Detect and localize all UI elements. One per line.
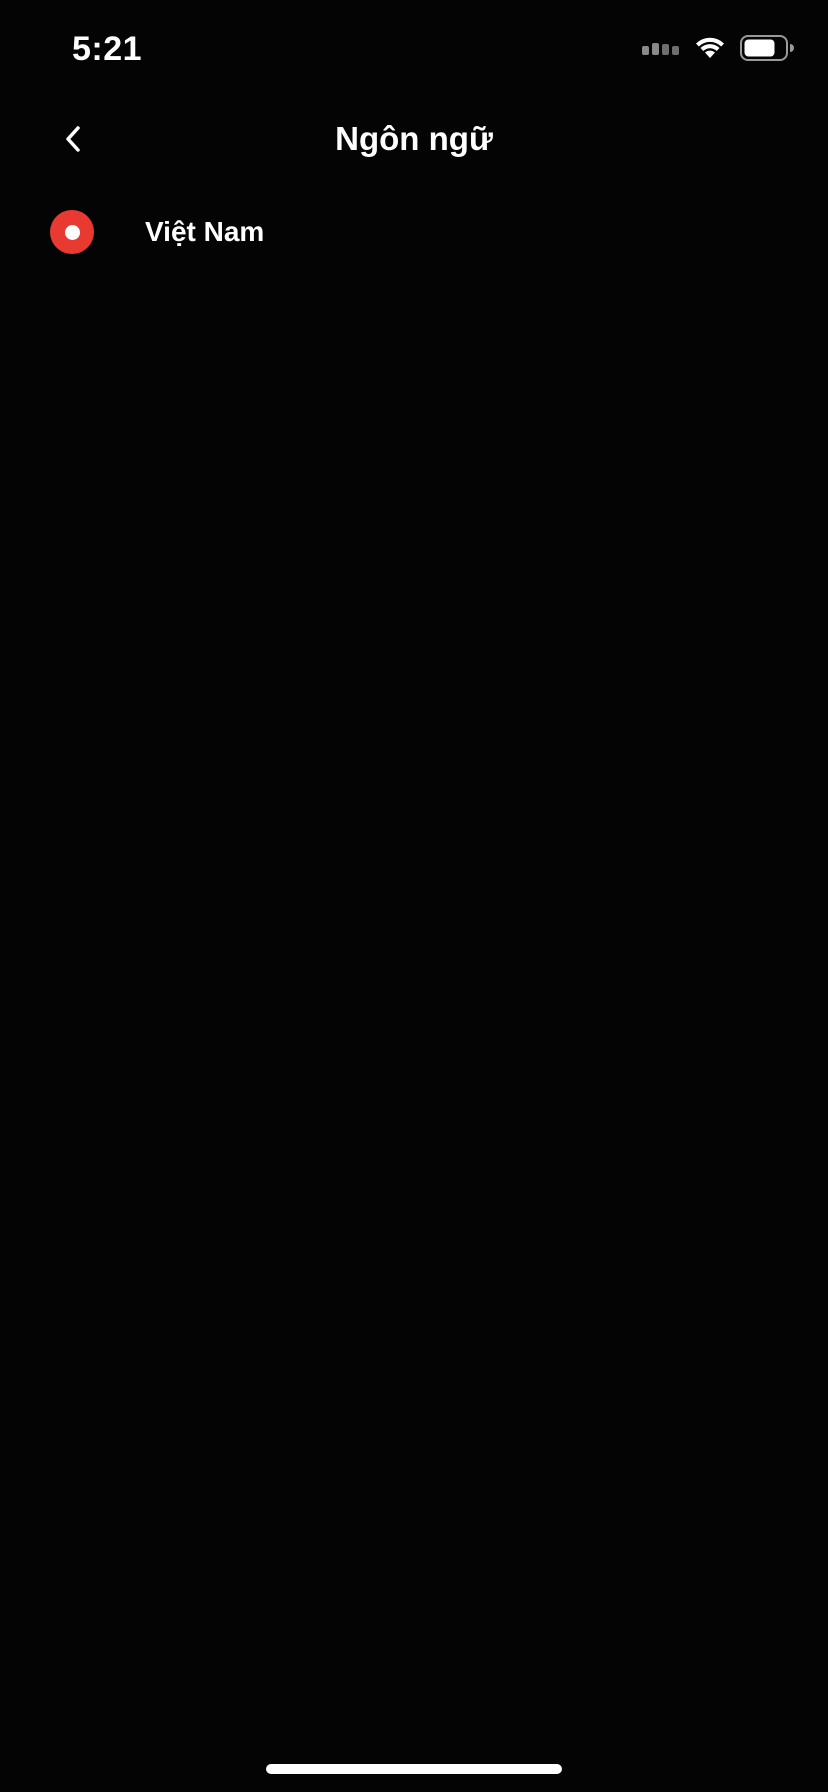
wifi-icon <box>694 36 726 65</box>
nav-bar: Ngôn ngữ <box>0 100 828 180</box>
radio-dot <box>64 224 80 240</box>
page-title: Ngôn ngữ <box>335 120 493 157</box>
language-option-label: Việt Nam <box>145 216 265 247</box>
language-option-viet-nam[interactable]: Việt Nam <box>0 196 828 268</box>
status-bar: 5:21 <box>0 0 828 100</box>
home-indicator <box>266 1764 562 1774</box>
radio-selected-icon[interactable] <box>50 210 94 254</box>
status-time: 5:21 <box>72 30 143 68</box>
status-icons <box>642 34 794 66</box>
cellular-signal-icon <box>642 41 680 60</box>
language-list: Việt Nam <box>0 196 828 268</box>
battery-icon <box>740 34 794 66</box>
